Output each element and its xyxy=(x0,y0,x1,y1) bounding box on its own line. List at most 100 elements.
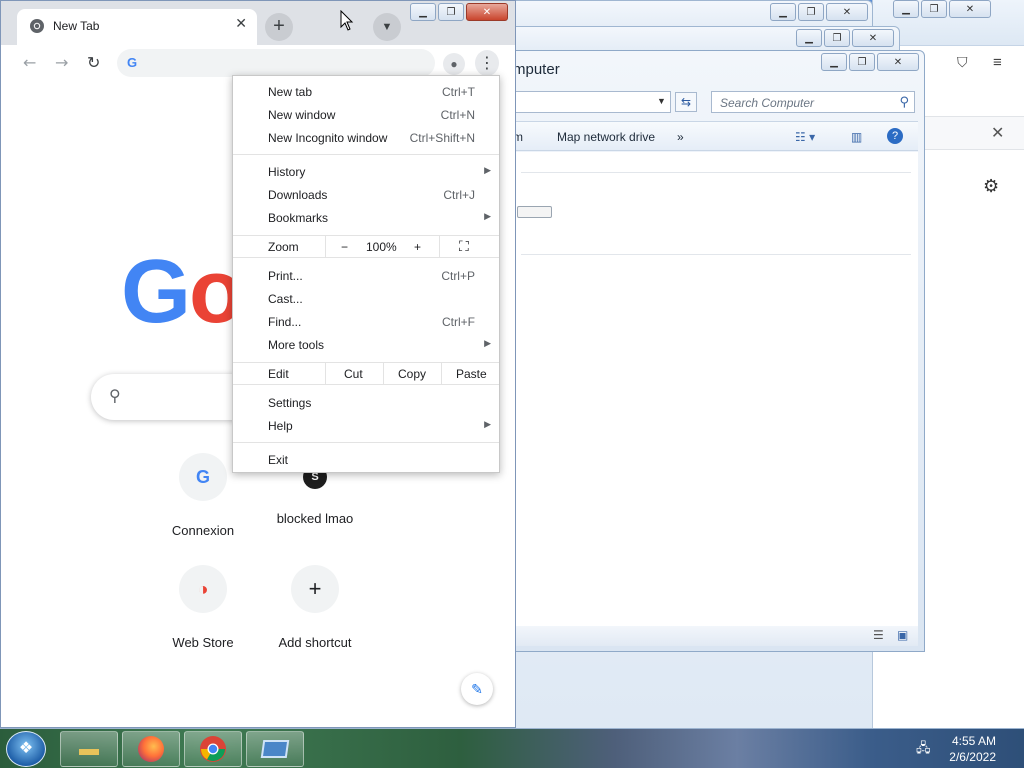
add-shortcut-tile[interactable]: + Add shortcut xyxy=(259,565,371,650)
tab-search-button[interactable]: ▼ xyxy=(373,13,401,41)
chevron-right-icon: ▶ xyxy=(484,419,491,429)
menu-item-downloads[interactable]: Downloads Ctrl+J xyxy=(233,184,499,207)
zoom-in-button[interactable]: + xyxy=(414,240,421,254)
menu-item-find[interactable]: Find... Ctrl+F xyxy=(233,311,499,334)
command-bar: m Map network drive » ☷ ▾ ▥ ? xyxy=(501,121,918,151)
minimize-button[interactable]: ▁ xyxy=(821,53,847,71)
taskbar-window-switcher[interactable] xyxy=(246,731,304,767)
restore-button[interactable]: ❐ xyxy=(849,53,875,71)
divider xyxy=(521,254,911,255)
restore-button[interactable]: ❐ xyxy=(824,29,850,47)
chevron-right-icon: ▶ xyxy=(484,211,491,221)
menu-divider xyxy=(233,442,499,443)
minimize-button[interactable]: ▁ xyxy=(796,29,822,47)
shortcut-tile[interactable]: ◑ Web Store xyxy=(147,565,259,650)
taskbar: ❖ ▬ 🖧 4:55 AM 2/6/2022 xyxy=(0,728,1024,768)
firefox-icon xyxy=(138,736,164,762)
menu-icon[interactable]: ≡ xyxy=(993,54,1002,71)
network-icon[interactable]: 🖧 xyxy=(916,739,931,761)
clock[interactable]: 4:55 AM 2/6/2022 xyxy=(944,733,996,765)
clock-date: 2/6/2022 xyxy=(949,750,996,764)
restore-button[interactable]: ❐ xyxy=(798,3,824,21)
menu-item-new-tab[interactable]: New tab Ctrl+T xyxy=(233,81,499,104)
divider xyxy=(521,172,911,173)
forward-arrow-icon[interactable]: → xyxy=(55,53,68,72)
reload-icon[interactable]: ↻ xyxy=(87,53,100,72)
plus-icon: + xyxy=(291,565,339,613)
chevron-right-icon: ▶ xyxy=(484,165,491,175)
fullscreen-icon[interactable]: ⛶ xyxy=(459,238,469,255)
profile-icon[interactable]: ● xyxy=(443,53,465,75)
menu-item-new-window[interactable]: New window Ctrl+N xyxy=(233,104,499,127)
cut-button[interactable]: Cut xyxy=(344,367,363,381)
more-commands-button[interactable]: » xyxy=(677,130,684,144)
close-icon[interactable]: ✕ xyxy=(991,123,1004,143)
taskbar-chrome[interactable] xyxy=(184,731,242,767)
mouse-cursor-icon xyxy=(340,10,354,31)
taskbar-firefox[interactable] xyxy=(122,731,180,767)
chrome-app-menu: New tab Ctrl+T New window Ctrl+N New Incog… xyxy=(232,75,500,473)
chrome-icon xyxy=(200,736,226,762)
help-icon[interactable]: ? xyxy=(887,128,903,144)
search-placeholder: Search Computer xyxy=(720,96,815,110)
close-button[interactable]: ✕ xyxy=(949,0,991,18)
restore-button[interactable]: ❐ xyxy=(921,0,947,18)
menu-item-print[interactable]: Print... Ctrl+P xyxy=(233,265,499,288)
pocket-icon[interactable]: ⛉ xyxy=(957,54,968,71)
google-icon: G xyxy=(179,453,227,501)
menu-item-settings[interactable]: Settings xyxy=(233,392,499,415)
close-tab-icon[interactable]: ✕ xyxy=(235,16,247,32)
search-input[interactable]: Search Computer ⚲ xyxy=(711,91,915,113)
menu-divider xyxy=(233,154,499,155)
menu-zoom-row: Zoom − 100% + ⛶ xyxy=(233,235,499,258)
restore-button[interactable]: ❐ xyxy=(438,3,464,21)
gear-icon[interactable]: ⚙ xyxy=(983,176,999,197)
menu-item-cast[interactable]: Cast... xyxy=(233,288,499,311)
search-icon: ⚲ xyxy=(109,386,121,405)
close-button[interactable]: ✕ xyxy=(826,3,868,21)
more-menu-icon[interactable]: ⋮ xyxy=(475,50,499,76)
large-icons-view-icon[interactable]: ▣ xyxy=(897,628,908,642)
notification-bar: ✕ xyxy=(925,116,1024,150)
chevron-down-icon[interactable]: ▼ xyxy=(657,96,666,106)
status-bar: ☰ ▣ xyxy=(501,626,918,646)
minimize-button[interactable]: ▁ xyxy=(770,3,796,21)
menu-item-help[interactable]: Help ▶ xyxy=(233,415,499,438)
paste-button[interactable]: Paste xyxy=(456,367,487,381)
zoom-out-button[interactable]: − xyxy=(341,240,348,254)
preview-pane-icon[interactable]: ▥ xyxy=(851,130,862,144)
tab-title: New Tab xyxy=(53,19,100,33)
edit-label: Edit xyxy=(268,367,289,381)
minimize-button[interactable]: ▁ xyxy=(410,3,436,21)
shortcut-label: Connexion xyxy=(171,523,235,538)
menu-item-new-incognito-window[interactable]: New Incognito window Ctrl+Shift+N xyxy=(233,127,499,150)
refresh-button[interactable]: ⇆ xyxy=(675,92,697,112)
window-title: mputer xyxy=(513,61,560,78)
address-bar[interactable] xyxy=(501,91,671,113)
new-tab-button[interactable]: + xyxy=(265,13,293,41)
details-view-icon[interactable]: ☰ xyxy=(873,628,884,642)
minimize-button[interactable]: ▁ xyxy=(893,0,919,18)
copy-button[interactable]: Copy xyxy=(398,367,426,381)
start-button[interactable]: ❖ xyxy=(6,731,46,767)
pencil-icon[interactable]: ✎ xyxy=(461,673,493,705)
close-button[interactable]: ✕ xyxy=(877,53,919,71)
folder-icon: ▬ xyxy=(79,737,99,760)
omnibox[interactable]: G xyxy=(117,49,435,77)
tab-new-tab[interactable]: New Tab ✕ xyxy=(17,9,257,45)
zoom-label: Zoom xyxy=(268,240,299,254)
google-logo: Go xyxy=(121,242,244,342)
search-icon[interactable]: ⚲ xyxy=(899,94,909,110)
menu-item-history[interactable]: History ▶ xyxy=(233,161,499,184)
tab-strip: New Tab ✕ + ▼ ▁ ❐ ✕ xyxy=(1,1,515,45)
close-button[interactable]: ✕ xyxy=(852,29,894,47)
menu-edit-row: Edit Cut Copy Paste xyxy=(233,362,499,385)
taskbar-explorer[interactable]: ▬ xyxy=(60,731,118,767)
menu-item-exit[interactable]: Exit xyxy=(233,449,499,472)
back-arrow-icon[interactable]: ← xyxy=(23,53,36,72)
map-network-drive-button[interactable]: Map network drive xyxy=(557,130,655,144)
menu-item-more-tools[interactable]: More tools ▶ xyxy=(233,334,499,357)
close-button[interactable]: ✕ xyxy=(466,3,508,21)
view-options-icon[interactable]: ☷ ▾ xyxy=(795,130,815,144)
menu-item-bookmarks[interactable]: Bookmarks ▶ xyxy=(233,207,499,230)
